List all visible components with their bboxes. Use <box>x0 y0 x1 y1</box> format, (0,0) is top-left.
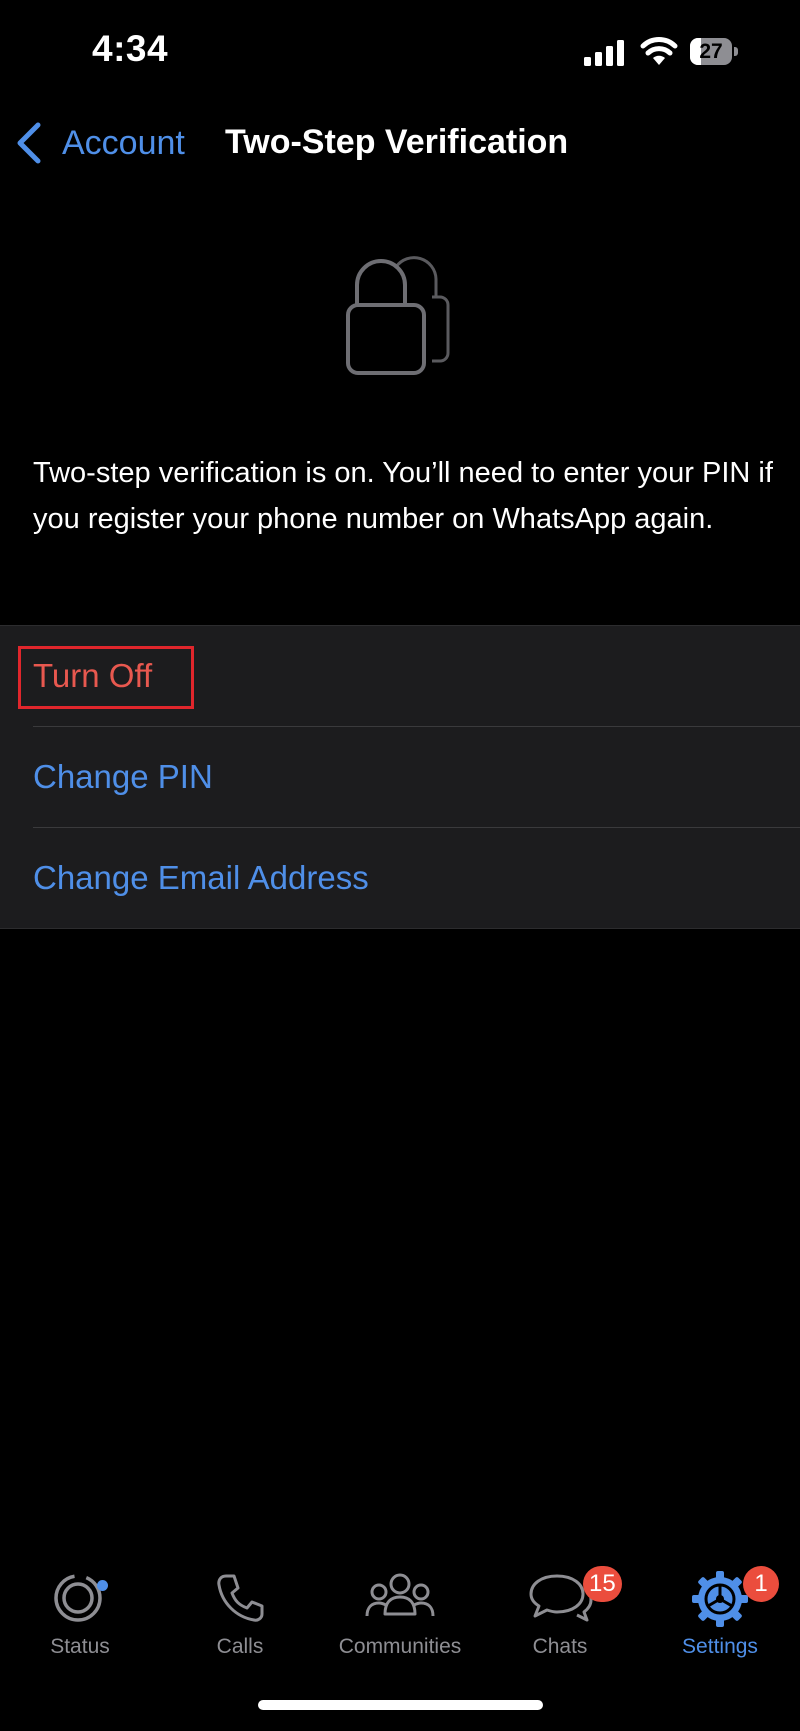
status-dot <box>97 1580 108 1591</box>
chats-badge: 15 <box>583 1566 622 1602</box>
communities-icon <box>365 1573 435 1617</box>
tab-communities-label: Communities <box>338 1635 462 1658</box>
back-button[interactable]: Account <box>14 119 185 167</box>
turn-off-label: Turn Off <box>33 657 153 694</box>
tab-settings[interactable]: 1 Settings <box>640 1560 800 1660</box>
tab-communities[interactable]: Communities <box>320 1560 480 1660</box>
battery-level: 27 <box>699 40 723 63</box>
change-pin-label: Change PIN <box>33 758 213 795</box>
change-email-label: Change Email Address <box>33 859 369 896</box>
back-label: Account <box>62 123 185 162</box>
tab-settings-label: Settings <box>682 1635 758 1658</box>
turn-off-button[interactable]: Turn Off <box>0 626 800 726</box>
home-indicator[interactable] <box>258 1700 543 1710</box>
phone-icon <box>217 1574 264 1622</box>
tab-chats[interactable]: 15 Chats <box>480 1560 640 1660</box>
settings-badge: 1 <box>743 1566 779 1602</box>
lock-icon <box>346 256 450 375</box>
chevron-left-icon <box>17 122 41 164</box>
gear-icon <box>692 1571 748 1627</box>
tab-bar: Status Calls Communities 15 Chats 1 Sett… <box>0 1560 800 1660</box>
page-title: Two-Step Verification <box>225 123 569 161</box>
change-pin-button[interactable]: Change PIN <box>33 726 800 827</box>
navigation-bar: Account Two-Step Verification <box>0 105 800 180</box>
change-email-button[interactable]: Change Email Address <box>33 827 800 928</box>
description-text: Two-step verification is on. You’ll need… <box>33 457 773 535</box>
battery-indicator: 27 <box>690 38 738 65</box>
tab-calls-label: Calls <box>216 1635 264 1658</box>
tab-calls[interactable]: Calls <box>160 1560 320 1660</box>
tab-status[interactable]: Status <box>0 1560 160 1660</box>
tab-status-label: Status <box>50 1635 110 1658</box>
status-bar: 4:34 27 <box>0 0 800 105</box>
tab-chats-label: Chats <box>532 1635 588 1658</box>
options-list: Turn Off Change PIN Change Email Address <box>0 625 800 929</box>
status-time: 4:34 <box>92 28 169 69</box>
wifi-icon <box>640 37 678 65</box>
cellular-signal-icon <box>584 40 624 66</box>
status-icon <box>54 1574 102 1622</box>
